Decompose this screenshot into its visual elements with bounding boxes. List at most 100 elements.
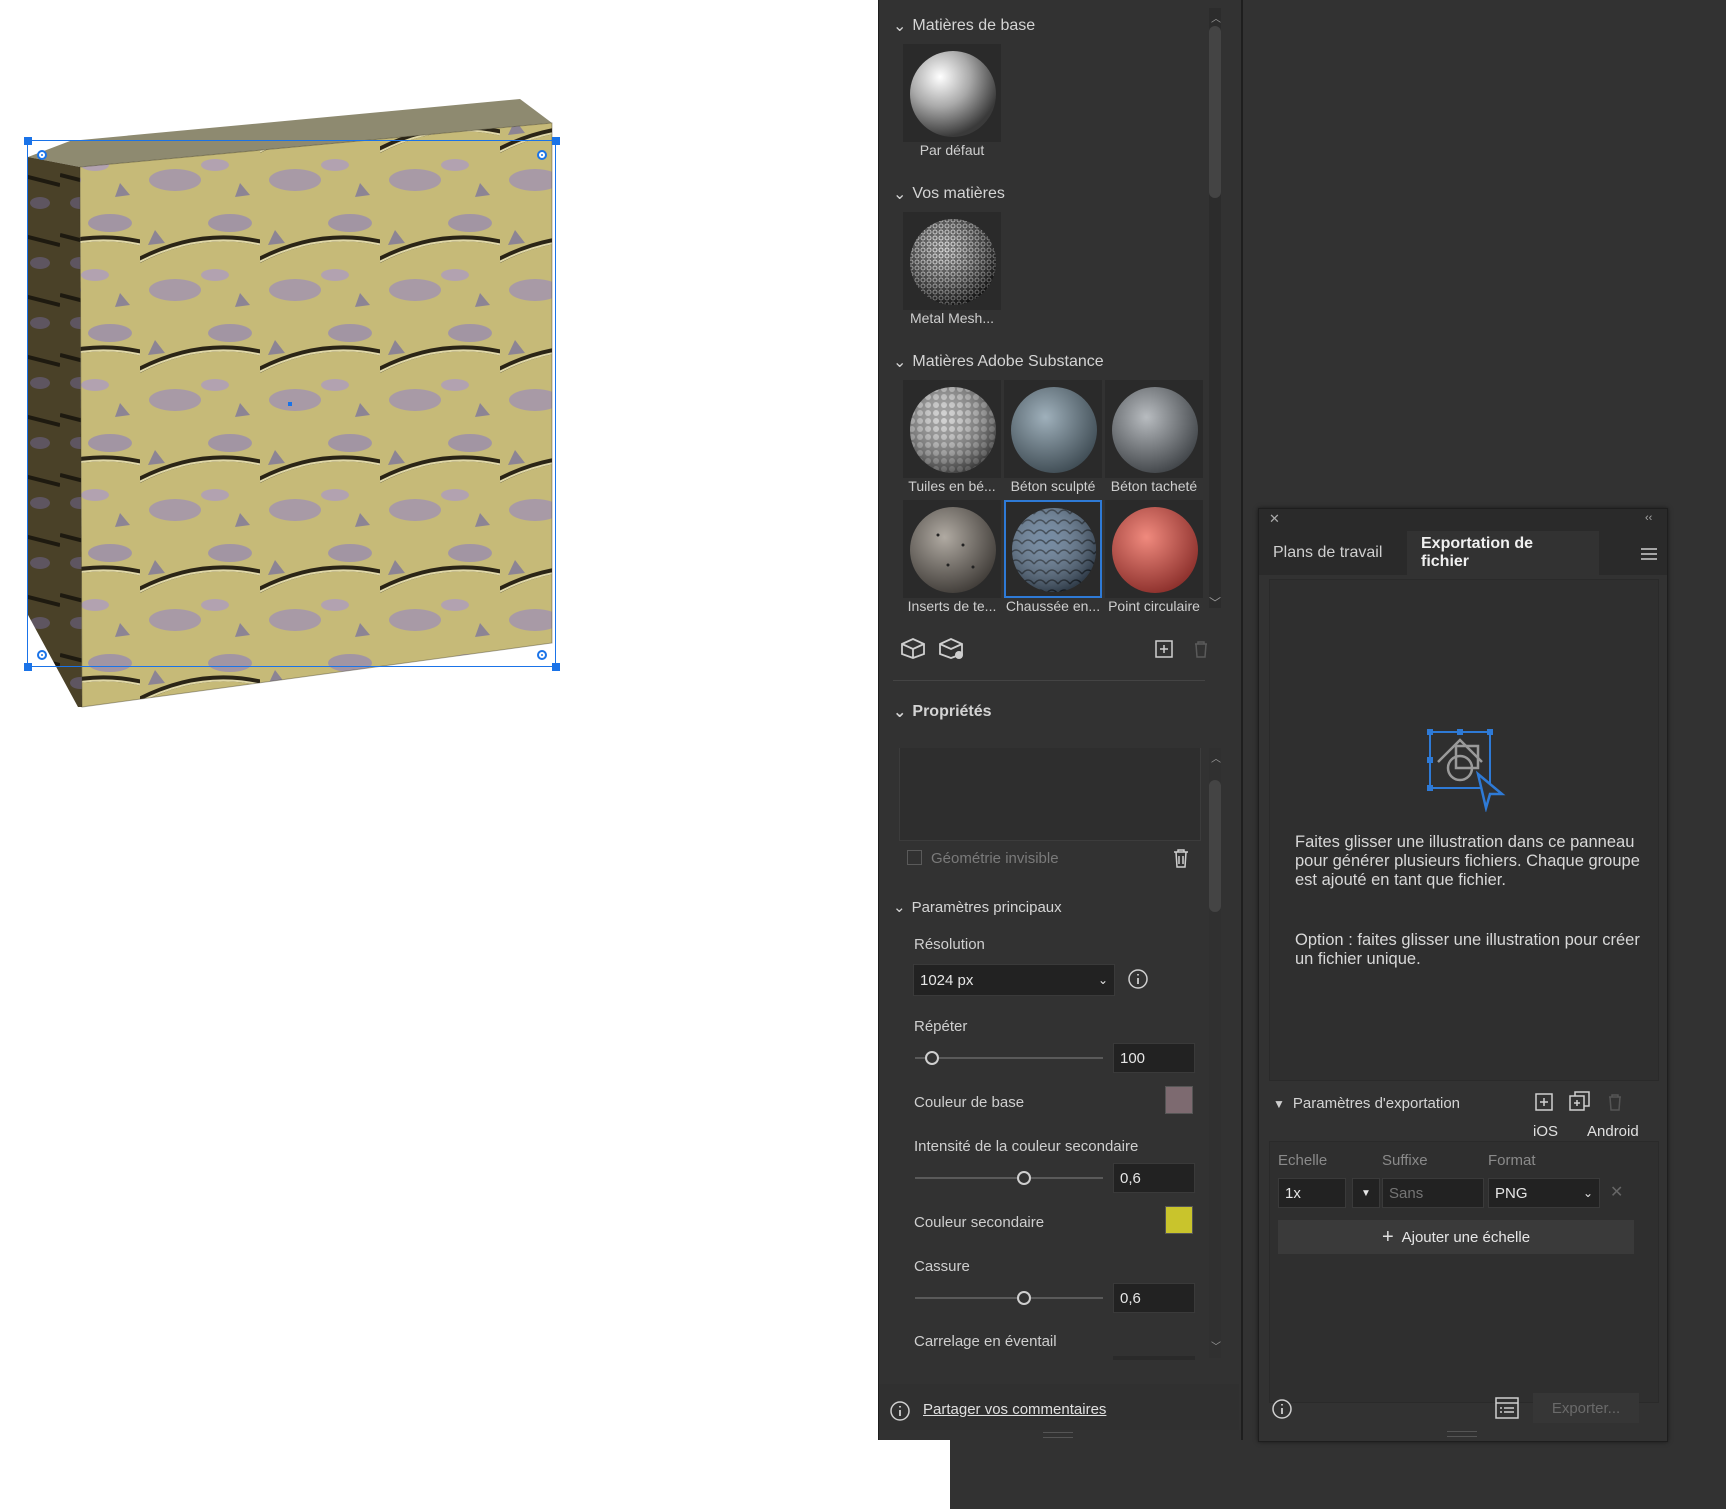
feedback-link[interactable]: Partager vos commentaires <box>923 1401 1106 1418</box>
collapse-icon[interactable]: ‹‹ <box>1645 512 1652 524</box>
chevron-down-icon: ⌄ <box>893 186 907 203</box>
properties-scrollbar[interactable]: ︿ ﹀ <box>1209 748 1221 1358</box>
rotate-handle-br[interactable] <box>537 650 547 660</box>
tab-file-export[interactable]: Exportation de fichier <box>1407 531 1599 575</box>
resize-handle-tr[interactable] <box>552 137 560 145</box>
repeat-slider[interactable] <box>915 1057 1103 1059</box>
export-button: Exporter... <box>1533 1393 1639 1423</box>
secondary-color-label: Couleur secondaire <box>914 1214 1045 1231</box>
repeat-slider-knob[interactable] <box>925 1051 939 1065</box>
repeat-input[interactable]: 100 <box>1113 1043 1195 1073</box>
new-material-icon[interactable] <box>1155 640 1173 662</box>
panel-title-bar[interactable]: ✕ ‹‹ <box>1259 509 1667 531</box>
base-color-label: Couleur de base <box>914 1094 1025 1111</box>
material-tile-terrazzo-inserts[interactable] <box>903 500 1001 598</box>
base-color-swatch[interactable] <box>1165 1086 1193 1114</box>
material-tile-pavement[interactable] <box>1004 500 1102 598</box>
materials-scrollbar[interactable]: ︿ <box>1209 8 1221 608</box>
resize-handle-br[interactable] <box>552 663 560 671</box>
close-icon[interactable]: ✕ <box>1269 511 1280 527</box>
material-label: Béton sculpté <box>1010 478 1096 494</box>
material-label: Par défaut <box>919 142 985 158</box>
section-your-materials[interactable]: ⌄ Vos matières <box>893 184 1005 204</box>
add-format-icon[interactable] <box>1535 1093 1553 1115</box>
break-slider[interactable] <box>915 1297 1103 1299</box>
material-tile-concrete-tiles[interactable] <box>903 380 1001 478</box>
center-point[interactable] <box>288 402 292 406</box>
rotate-handle-tr[interactable] <box>537 150 547 160</box>
export-settings-header[interactable]: ▼ Paramètres d'exportation <box>1273 1095 1460 1112</box>
divider <box>893 680 1205 681</box>
secondary-intensity-input[interactable]: 0,6 <box>1113 1163 1195 1193</box>
platform-android[interactable]: Android <box>1587 1123 1639 1140</box>
secondary-intensity-slider[interactable] <box>915 1177 1103 1179</box>
plus-icon: + <box>1381 1225 1394 1248</box>
add-scale-button[interactable]: + Ajouter une échelle <box>1278 1220 1634 1254</box>
material-label: Inserts de te... <box>907 598 997 614</box>
section-properties[interactable]: ⌄ Propriétés <box>893 702 992 722</box>
material-tile-circular-dot[interactable] <box>1105 500 1203 598</box>
textured-3d-box[interactable] <box>20 95 580 715</box>
metal-mesh-sphere-icon <box>910 219 996 305</box>
triangle-down-icon: ▼ <box>1273 1096 1285 1111</box>
concrete-tiles-sphere-icon <box>910 387 996 473</box>
resize-handle-bl[interactable] <box>24 663 32 671</box>
remove-scale-icon[interactable]: ✕ <box>1610 1182 1623 1202</box>
scale-input[interactable]: 1x <box>1278 1178 1346 1208</box>
secondary-color-swatch[interactable] <box>1165 1206 1193 1234</box>
export-settings-icon[interactable] <box>1495 1397 1519 1423</box>
info-icon[interactable] <box>1271 1398 1293 1424</box>
3d-materials-panel: ︿ ⌄ Matières de base Par défaut ⌄ Vos ma… <box>878 0 1243 1440</box>
drag-artwork-icon <box>1426 728 1506 816</box>
scale-table: Echelle Suffixe Format 1x ▼ PNG ⌄ ✕ + Aj… <box>1269 1141 1659 1403</box>
material-tile-default[interactable] <box>903 44 1001 142</box>
fan-tiling-control[interactable] <box>1113 1356 1195 1360</box>
column-scale: Echelle <box>1278 1152 1328 1169</box>
scroll-thumb[interactable] <box>1209 26 1221 198</box>
rotate-handle-bl[interactable] <box>37 650 47 660</box>
break-slider-knob[interactable] <box>1017 1291 1031 1305</box>
tab-artboards[interactable]: Plans de travail <box>1259 531 1407 575</box>
properties-preview-box <box>899 748 1201 841</box>
suffix-input[interactable] <box>1382 1178 1484 1208</box>
scroll-up-icon[interactable]: ︿ <box>1211 750 1221 765</box>
resolution-dropdown[interactable]: 1024 px ⌄ <box>913 964 1115 996</box>
format-dropdown[interactable]: PNG ⌄ <box>1488 1178 1600 1208</box>
repeat-label: Répéter <box>914 1018 968 1035</box>
invisible-geometry-checkbox[interactable] <box>907 850 922 865</box>
scroll-thumb[interactable] <box>1209 780 1221 912</box>
material-label: Tuiles en bé... <box>908 478 996 494</box>
break-input[interactable]: 0,6 <box>1113 1283 1195 1313</box>
triangle-down-icon: ▼ <box>1361 1187 1371 1199</box>
chevron-down-icon: ⌄ <box>893 899 906 916</box>
speckled-concrete-sphere-icon <box>1112 387 1198 473</box>
trash-icon[interactable] <box>1172 848 1190 872</box>
drop-zone[interactable]: Faites glisser une illustration dans ce … <box>1269 579 1659 1081</box>
platform-ios[interactable]: iOS <box>1533 1123 1558 1140</box>
resize-handle-tl[interactable] <box>24 137 32 145</box>
section-substance-materials[interactable]: ⌄ Matières Adobe Substance <box>893 352 1104 372</box>
artboard-canvas-edge <box>878 1440 950 1509</box>
material-tile-metal-mesh[interactable] <box>903 212 1001 310</box>
scroll-down-icon[interactable]: ﹀ <box>1209 594 1221 611</box>
section-main-params[interactable]: ⌄ Paramètres principaux <box>893 898 1062 917</box>
panel-resize-grip[interactable] <box>1043 1432 1073 1438</box>
section-base-materials[interactable]: ⌄ Matières de base <box>893 16 1035 36</box>
terrazzo-inserts-sphere-icon <box>910 507 996 593</box>
material-tile-sculpted-concrete[interactable] <box>1004 380 1102 478</box>
scroll-up-icon[interactable]: ︿ <box>1211 10 1221 25</box>
panel-resize-grip[interactable] <box>1447 1431 1477 1437</box>
scroll-down-icon[interactable]: ﹀ <box>1211 1338 1221 1353</box>
chevron-down-icon: ⌄ <box>893 18 907 35</box>
hamburger-menu-icon[interactable] <box>1641 547 1657 564</box>
chevron-down-icon: ⌄ <box>1097 973 1108 987</box>
scale-dropdown-button[interactable]: ▼ <box>1352 1178 1380 1208</box>
rotate-handle-tl[interactable] <box>37 150 47 160</box>
material-tile-speckled-concrete[interactable] <box>1105 380 1203 478</box>
secondary-intensity-knob[interactable] <box>1017 1171 1031 1185</box>
material-label: Béton tacheté <box>1110 478 1198 494</box>
info-icon[interactable] <box>1127 968 1149 994</box>
duplicate-format-icon[interactable] <box>1569 1091 1591 1115</box>
apply-graphic-icon[interactable] <box>937 636 967 666</box>
apply-material-icon[interactable] <box>899 636 927 664</box>
